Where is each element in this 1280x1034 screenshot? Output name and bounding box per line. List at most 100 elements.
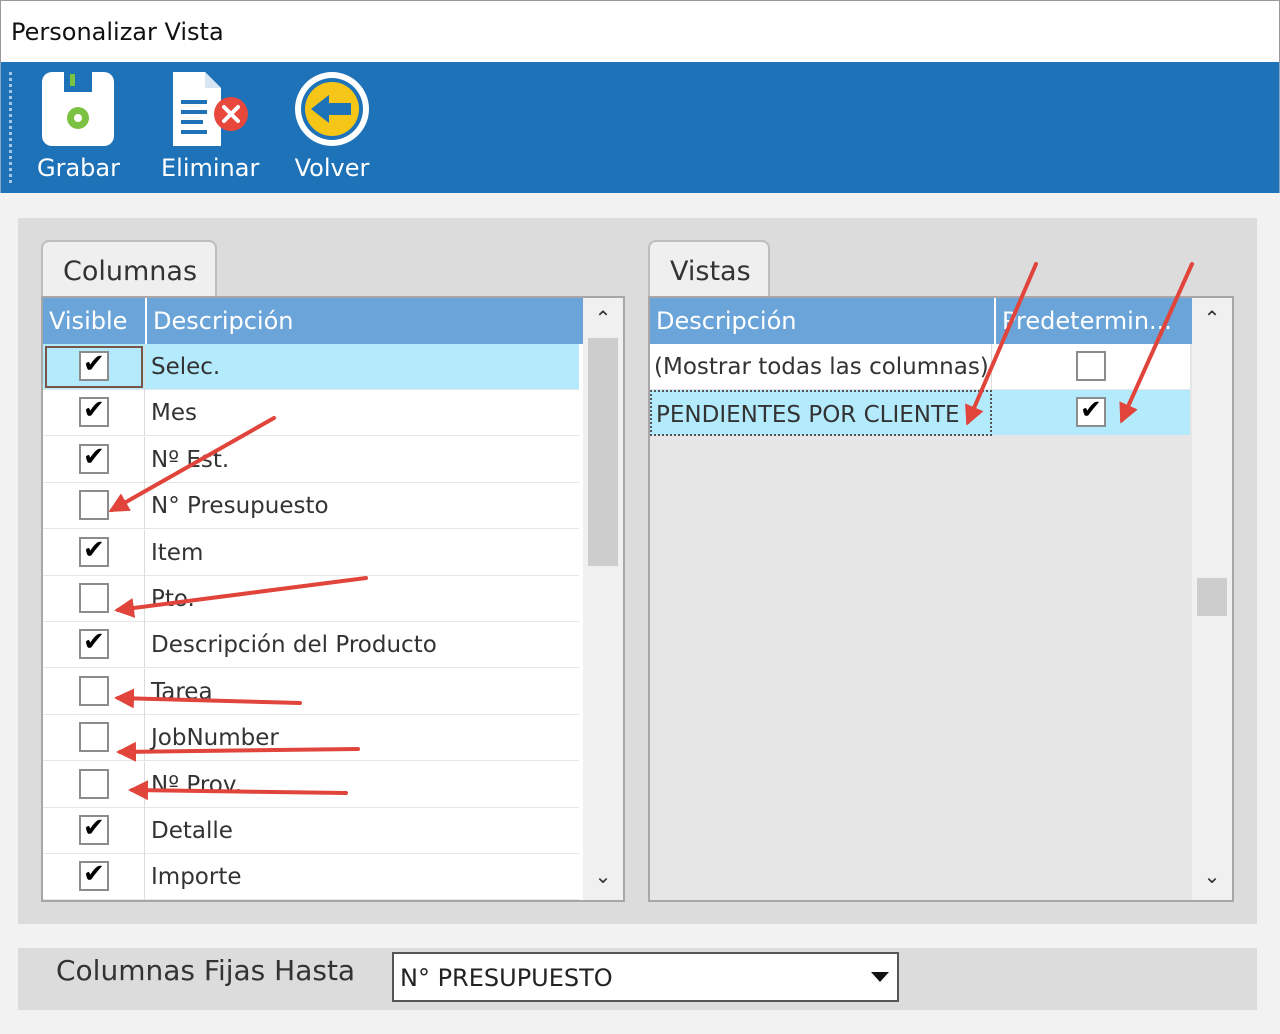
views-header-default[interactable]: Predetermin... (996, 298, 1192, 344)
visible-checkbox[interactable]: ✔ (79, 349, 109, 381)
visible-cell: ✔ (43, 344, 145, 390)
table-row[interactable]: ✔ Mes (43, 390, 579, 437)
table-row[interactable]: ✔ Selec. (43, 344, 579, 390)
scroll-down-icon[interactable]: ⌄ (1197, 864, 1227, 888)
tab-vistas[interactable]: Vistas (648, 240, 770, 298)
views-grid-header: Descripción Predetermin... (650, 298, 1192, 344)
column-description: Nº Est. (151, 446, 230, 473)
tab-vistas-label: Vistas (670, 256, 751, 287)
visible-cell: ✔ (43, 390, 145, 437)
delete-document-icon (173, 72, 249, 146)
columns-grid-header: Visible Descripción (43, 298, 583, 344)
visible-checkbox[interactable]: ✔ (79, 627, 109, 660)
fixed-columns-label: Columnas Fijas Hasta (56, 954, 356, 987)
visible-checkbox[interactable]: ✔ (79, 534, 109, 567)
tab-columnas[interactable]: Columnas (41, 240, 217, 298)
scroll-down-icon[interactable]: ⌄ (588, 864, 618, 888)
check-icon: ✔ (83, 813, 105, 843)
check-icon: ✔ (1080, 395, 1102, 425)
column-header-description[interactable]: Descripción (147, 298, 583, 344)
visible-checkbox[interactable]: ✔ (79, 395, 109, 428)
views-scrollbar[interactable]: ⌃ ⌄ (1192, 298, 1232, 900)
back-arrow-icon (295, 72, 369, 146)
visible-cell: ✔ (43, 576, 145, 622)
fixed-columns-value: N° PRESUPUESTO (400, 964, 613, 992)
back-button[interactable]: Volver (293, 70, 371, 182)
visible-cell: ✔ (43, 808, 145, 854)
visible-checkbox[interactable]: ✔ (79, 675, 109, 706)
column-description: JobNumber (151, 725, 279, 752)
visible-checkbox[interactable]: ✔ (79, 441, 109, 474)
fixed-columns-bar: Columnas Fijas Hasta N° PRESUPUESTO (18, 948, 1257, 1010)
back-label: Volver (294, 154, 370, 182)
visible-checkbox[interactable]: ✔ (79, 813, 109, 845)
column-description: Tarea (151, 678, 213, 705)
visible-cell: ✔ (43, 436, 145, 483)
table-row[interactable]: ✔ Nº Est. (43, 436, 579, 483)
visible-cell: ✔ (43, 668, 145, 715)
views-grid: Descripción Predetermin... (Mostrar toda… (648, 296, 1234, 902)
list-item[interactable]: PENDIENTES POR CLIENTE ✔ (650, 390, 1190, 436)
column-description: Mes (151, 400, 197, 427)
table-row[interactable]: ✔ Item (43, 529, 579, 576)
tab-columnas-label: Columnas (63, 256, 198, 287)
columns-scrollbar[interactable]: ⌃ ⌄ (583, 298, 623, 900)
default-checkbox[interactable]: ✔ (1076, 395, 1106, 427)
delete-button[interactable]: Eliminar (161, 70, 259, 182)
toolbar: Grabar Eliminar Volver (0, 62, 1280, 193)
visible-cell: ✔ (43, 715, 145, 762)
visible-cell: ✔ (43, 529, 145, 576)
table-row[interactable]: ✔ Pto. (43, 576, 579, 622)
visible-cell: ✔ (43, 854, 145, 900)
fixed-columns-select[interactable]: N° PRESUPUESTO (392, 952, 899, 1002)
title-bar: Personalizar Vista (0, 0, 1280, 62)
delete-label: Eliminar (161, 154, 260, 182)
scrollbar-thumb[interactable] (1197, 578, 1227, 616)
visible-cell: ✔ (43, 761, 145, 808)
save-label: Grabar (37, 154, 120, 182)
check-icon: ✔ (83, 441, 105, 472)
main-panel: Columnas Visible Descripción ✔ Selec. ✔ Mes… (18, 218, 1257, 924)
view-description: (Mostrar todas las columnas) (650, 344, 992, 390)
table-row[interactable]: ✔ Tarea (43, 668, 579, 715)
save-button[interactable]: Grabar (37, 70, 120, 182)
check-icon: ✔ (83, 534, 105, 565)
visible-checkbox[interactable]: ✔ (79, 583, 109, 613)
column-description: Importe (151, 864, 242, 891)
check-icon: ✔ (83, 349, 105, 379)
toolbar-grip[interactable] (9, 72, 12, 184)
check-icon: ✔ (83, 859, 105, 890)
column-description: Item (151, 539, 204, 566)
save-icon (42, 72, 115, 146)
columns-grid: Visible Descripción ✔Selec.✔Mes✔Nº Est.✔… (41, 296, 625, 902)
column-description: Descripción del Producto (151, 632, 437, 659)
column-description: Selec. (151, 354, 221, 380)
scroll-up-icon[interactable]: ⌃ (1197, 306, 1227, 330)
visible-cell: ✔ (43, 622, 145, 669)
column-description: Pto. (151, 586, 195, 612)
scrollbar-thumb[interactable] (588, 338, 618, 566)
table-row[interactable]: ✔ Nº Prov. (43, 761, 579, 808)
check-icon: ✔ (83, 627, 105, 658)
check-icon: ✔ (83, 395, 105, 426)
table-row[interactable]: ✔ N° Presupuesto (43, 483, 579, 530)
default-checkbox[interactable]: ✔ (1076, 351, 1106, 381)
visible-checkbox[interactable]: ✔ (79, 490, 109, 521)
window-title: Personalizar Vista (11, 18, 224, 46)
column-description: Detalle (151, 818, 233, 844)
visible-checkbox[interactable]: ✔ (79, 768, 109, 799)
chevron-down-icon[interactable] (863, 954, 897, 1000)
visible-checkbox[interactable]: ✔ (79, 722, 109, 753)
table-row[interactable]: ✔ JobNumber (43, 715, 579, 762)
column-description: N° Presupuesto (151, 493, 329, 520)
views-header-description[interactable]: Descripción (650, 298, 996, 344)
column-header-visible[interactable]: Visible (43, 298, 147, 344)
visible-checkbox[interactable]: ✔ (79, 859, 109, 892)
table-row[interactable]: ✔ Importe (43, 854, 579, 900)
view-description: PENDIENTES POR CLIENTE (650, 390, 992, 436)
table-row[interactable]: ✔ Detalle (43, 808, 579, 854)
scroll-up-icon[interactable]: ⌃ (588, 306, 618, 330)
table-row[interactable]: ✔ Descripción del Producto (43, 622, 579, 669)
column-description: Nº Prov. (151, 771, 242, 798)
list-item[interactable]: (Mostrar todas las columnas) ✔ (650, 344, 1190, 390)
